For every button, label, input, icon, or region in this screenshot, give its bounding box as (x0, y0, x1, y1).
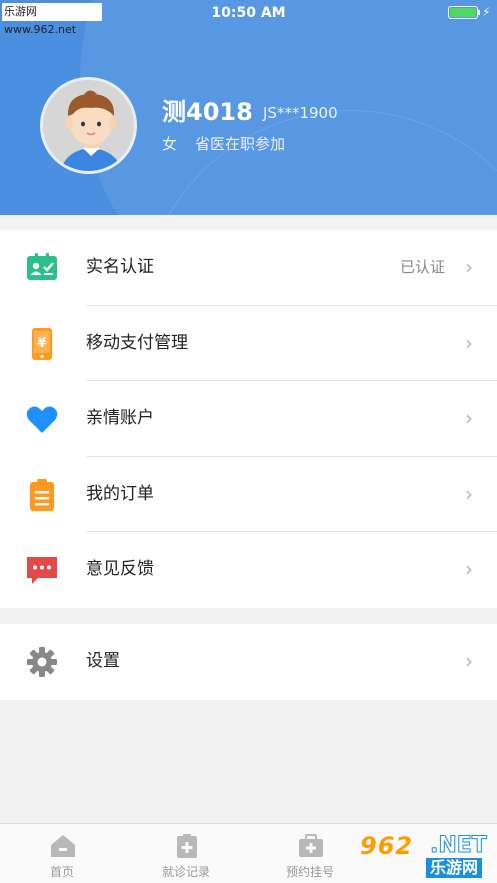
id-card-icon (27, 253, 57, 280)
tab-label: 就诊记录 (161, 865, 210, 879)
tab-label: 首页 (49, 865, 74, 879)
home-icon (51, 835, 75, 857)
menu-list: 实名认证 已认证 › ¥ 移动支付管理 › 亲情账户 › 我的订单 › 意见反馈… (0, 230, 497, 608)
watermark-net: .NET (430, 833, 488, 859)
chevron-right-icon: › (465, 649, 473, 673)
clipboard-plus-icon (177, 834, 197, 858)
medical-kit-icon (299, 834, 323, 857)
chevron-right-icon: › (465, 481, 473, 506)
menu-item-my-orders[interactable]: 我的订单 › (0, 457, 497, 532)
avatar[interactable] (40, 77, 137, 174)
menu-item-label: 意见反馈 (86, 559, 154, 579)
tab-visit-records[interactable]: 就诊记录 (124, 824, 248, 883)
user-gender: 女 (162, 135, 178, 153)
tab-home[interactable]: 首页 (0, 824, 124, 883)
svg-text:¥: ¥ (37, 336, 46, 351)
watermark-logo: 962 .NET 乐游网 (360, 828, 497, 883)
menu-item-family-account[interactable]: 亲情账户 › (0, 381, 497, 457)
menu-item-real-name[interactable]: 实名认证 已认证 › (0, 230, 497, 306)
menu-item-label: 移动支付管理 (86, 332, 188, 353)
charging-icon: ⚡ (482, 5, 491, 19)
mobile-payment-icon: ¥ (32, 327, 52, 360)
feedback-chat-icon (27, 557, 57, 584)
menu-item-label: 我的订单 (86, 483, 154, 504)
heart-icon (26, 406, 58, 433)
verified-status: 已认证 (399, 258, 445, 276)
profile-header: 乐游网 www.962.net 10:50 AM ⚡ 测4018 JS***19… (0, 0, 497, 215)
menu-item-feedback[interactable]: 意见反馈 › (0, 532, 497, 608)
menu-item-label: 设置 (86, 651, 120, 671)
clipboard-order-icon (30, 478, 54, 511)
battery-icon (448, 6, 480, 19)
user-id: JS***1900 (263, 104, 338, 122)
chevron-right-icon: › (465, 330, 473, 355)
chevron-right-icon: › (465, 255, 473, 279)
chevron-right-icon: › (465, 406, 473, 430)
menu-item-label: 亲情账户 (86, 408, 154, 428)
menu-item-label: 实名认证 (86, 257, 154, 277)
menu-item-mobile-payment[interactable]: ¥ 移动支付管理 › (0, 306, 497, 381)
tab-appointment[interactable]: 预约挂号 (248, 824, 372, 883)
tab-label: 预约挂号 (285, 865, 334, 879)
settings-group: 设置 › (0, 624, 497, 700)
chevron-right-icon: › (465, 557, 473, 581)
watermark-number: 962 (360, 832, 414, 860)
user-organization: 省医在职参加 (195, 135, 286, 153)
gear-icon (27, 647, 57, 677)
menu-item-settings[interactable]: 设置 › (0, 624, 497, 700)
user-name: 测4018 (162, 98, 253, 126)
status-time: 10:50 AM (211, 5, 286, 21)
watermark-cn: 乐游网 (426, 858, 483, 878)
